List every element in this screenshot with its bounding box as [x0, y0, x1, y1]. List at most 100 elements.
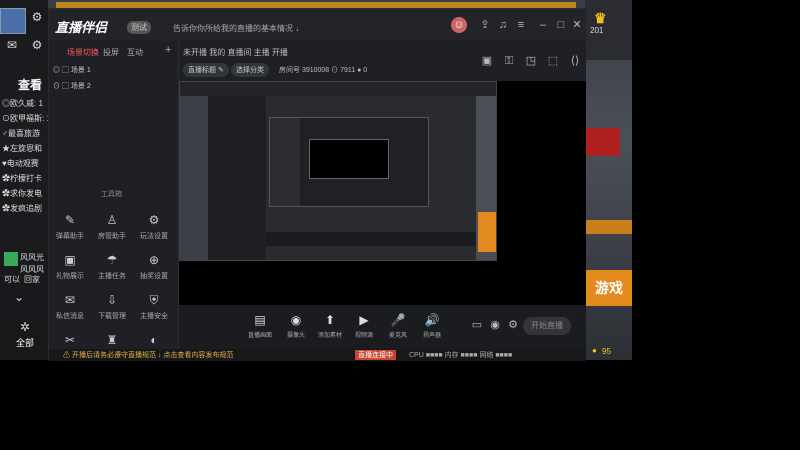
tool-download[interactable]: ⇩ 下载管理 [93, 293, 131, 321]
camera-icon: ◉ [290, 313, 302, 327]
nested-bottombar [266, 232, 476, 246]
category-chip[interactable]: 选择分类 [231, 63, 269, 77]
scene-item[interactable]: ◎ ▢ 场景 1 [53, 65, 91, 75]
nested-screen-capture-3 [309, 139, 389, 179]
start-live-button[interactable]: 开始直播 [523, 317, 571, 335]
task-icon: ☂ [106, 253, 118, 267]
lock-icon[interactable]: ⚿ [501, 53, 517, 69]
tool-more[interactable]: ◐ [135, 333, 173, 347]
room-info-bar: 未开播 我的 直播间 主播 开播 直播标题 ✎ 选择分类 房间号 3910008… [179, 41, 586, 81]
all-label[interactable]: 全部 [10, 336, 40, 349]
settings-icon[interactable]: ⚙ [30, 38, 44, 52]
chat-title: 查看 [18, 78, 43, 92]
status-bar: ⚠ 开播后请务必遵守直播规范 ↓ 点击查看内容发布规范 直播连接中 CPU ■■… [49, 349, 586, 361]
microphone-icon: 🎤 [390, 313, 406, 327]
share-icon[interactable]: ⇪ [477, 17, 493, 33]
record-icon[interactable]: ◳ [523, 53, 539, 69]
scene-item[interactable]: ⊙ ▢ 场景 2 [53, 81, 91, 91]
bottom-label: 可以 [4, 275, 20, 284]
chat-row: ◎欧久威: 1 [2, 99, 43, 108]
system-stats: CPU ■■■■ 内存 ■■■■ 网络 ■■■■ [409, 352, 513, 359]
video-source-button[interactable]: ▶ 视频源 [349, 313, 379, 339]
tool-gift[interactable]: ▣ 礼物展示 [51, 253, 89, 281]
tab-cast[interactable]: 投屏 [103, 47, 119, 58]
scissors-icon: ✂ [64, 333, 76, 347]
game-banner: 游戏 [586, 270, 632, 306]
close-icon[interactable]: ✕ [569, 17, 585, 33]
nested-titlebar [180, 82, 496, 96]
mirror-icon[interactable]: ⬚ [545, 53, 561, 69]
danmu-icon: ✎ [64, 213, 76, 227]
edit-title-chip[interactable]: 直播标题 ✎ [183, 63, 229, 77]
more-icon: ◐ [150, 333, 158, 347]
admin-icon: ♙ [106, 213, 118, 227]
backdrop-truck [586, 128, 620, 156]
lottery-icon: ⊕ [148, 253, 160, 267]
screen-icon: ▤ [254, 313, 266, 327]
screen-source-button[interactable]: ▤ 直播画面 [245, 313, 275, 339]
minimize-icon[interactable]: – [535, 17, 551, 33]
eye-icon[interactable]: ◉ [487, 317, 503, 333]
chat-row: ★左旋恩和 [2, 144, 42, 153]
camera-button[interactable]: ◉ 摄像头 [281, 313, 311, 339]
tool-admin[interactable]: ♙ 房管助手 [93, 213, 131, 241]
coin-icon: ● [592, 346, 597, 355]
play-icon: ▶ [359, 313, 369, 327]
tool-manage[interactable]: ♜ [93, 333, 131, 347]
menu-icon[interactable]: ≡ [513, 17, 529, 33]
side-label: 风风光 [20, 253, 44, 262]
chevron-down-icon[interactable]: ⌄ [12, 290, 26, 304]
room-stats: 房间号 3910008 ⊙ 7911 ● 0 [279, 67, 368, 74]
download-icon: ⇩ [106, 293, 118, 307]
tool-clip[interactable]: ✂ [51, 333, 89, 347]
logo-badge: 测试 [127, 21, 151, 34]
gear-icon[interactable]: ✲ [18, 320, 32, 334]
crown-icon: ♛ [594, 10, 607, 26]
settings-icon[interactable]: ⚙ [505, 317, 521, 333]
backdrop-stripe [586, 220, 632, 234]
room-title: 未开播 我的 直播间 主播 开播 [183, 48, 288, 57]
video-icon[interactable]: ▭ [469, 317, 485, 333]
chat-row: ✿柠檬打卡 [2, 174, 42, 183]
share-link-icon[interactable]: ⟨⟩ [567, 53, 583, 69]
notice-text[interactable]: 告诉你你所给我的直播的基本情况 ↓ [173, 23, 299, 34]
tools-heading: 工具箱 [101, 191, 122, 198]
mail-icon[interactable]: ✉ [5, 38, 19, 52]
live-status-badge: 直播连接中 [355, 350, 396, 360]
nested-sidepanel [208, 96, 266, 260]
tab-interact[interactable]: 互动 [127, 47, 143, 58]
layout-icon[interactable]: ▣ [479, 53, 495, 69]
side-panel: 场景切换 投屏 互动 + ◎ ▢ 场景 1 ⊙ ▢ 场景 2 工具箱 ✎ 弹幕助手… [49, 41, 179, 361]
speaker-icon: 🔊 [424, 313, 440, 327]
avatar[interactable] [0, 8, 26, 34]
gift-icon[interactable]: ⚙ [30, 10, 44, 24]
add-scene-icon[interactable]: + [165, 44, 171, 56]
add-material-button[interactable]: ⬆ 添加素材 [315, 313, 345, 339]
tool-message[interactable]: ✉ 私信消息 [51, 293, 89, 321]
tool-danmu[interactable]: ✎ 弹幕助手 [51, 213, 89, 241]
shield-icon: ⛨ [149, 293, 159, 307]
tool-lottery[interactable]: ⊕ 抽奖设置 [135, 253, 173, 281]
tool-play[interactable]: ⚙ 玩法设置 [135, 213, 173, 241]
chat-row: ♂最喜旅游 [2, 129, 40, 138]
coin-count: 95 [602, 347, 611, 356]
gift-display-icon: ▣ [64, 253, 76, 267]
tool-task[interactable]: ☂ 主播任务 [93, 253, 131, 281]
user-avatar-icon[interactable]: ☺ [451, 17, 467, 33]
nested-sidepanel-2 [270, 118, 300, 206]
tool-safety[interactable]: ⛨ 主播安全 [135, 293, 173, 321]
manage-icon: ♜ [106, 333, 118, 347]
speaker-button[interactable]: 🔊 扬声器 [417, 313, 447, 339]
chat-row: ✿发疯追剧 [2, 204, 42, 213]
top-count: 201 [590, 26, 604, 35]
status-notice[interactable]: ⚠ 开播后请务必遵守直播规范 ↓ 点击查看内容发布规范 [63, 350, 233, 360]
microphone-button[interactable]: 🎤 麦克风 [383, 313, 413, 339]
maximize-icon[interactable]: □ [553, 17, 569, 33]
bell-icon[interactable]: ♫ [495, 17, 511, 33]
upload-icon: ⬆ [324, 313, 336, 327]
app-logo: 直播伴侣 [55, 20, 108, 35]
live-preview[interactable] [179, 81, 586, 305]
tab-scenes[interactable]: 场景切换 [67, 47, 99, 58]
chat-row: ⊙欧甲福斯: 1 [2, 114, 48, 123]
message-icon: ✉ [64, 293, 76, 307]
